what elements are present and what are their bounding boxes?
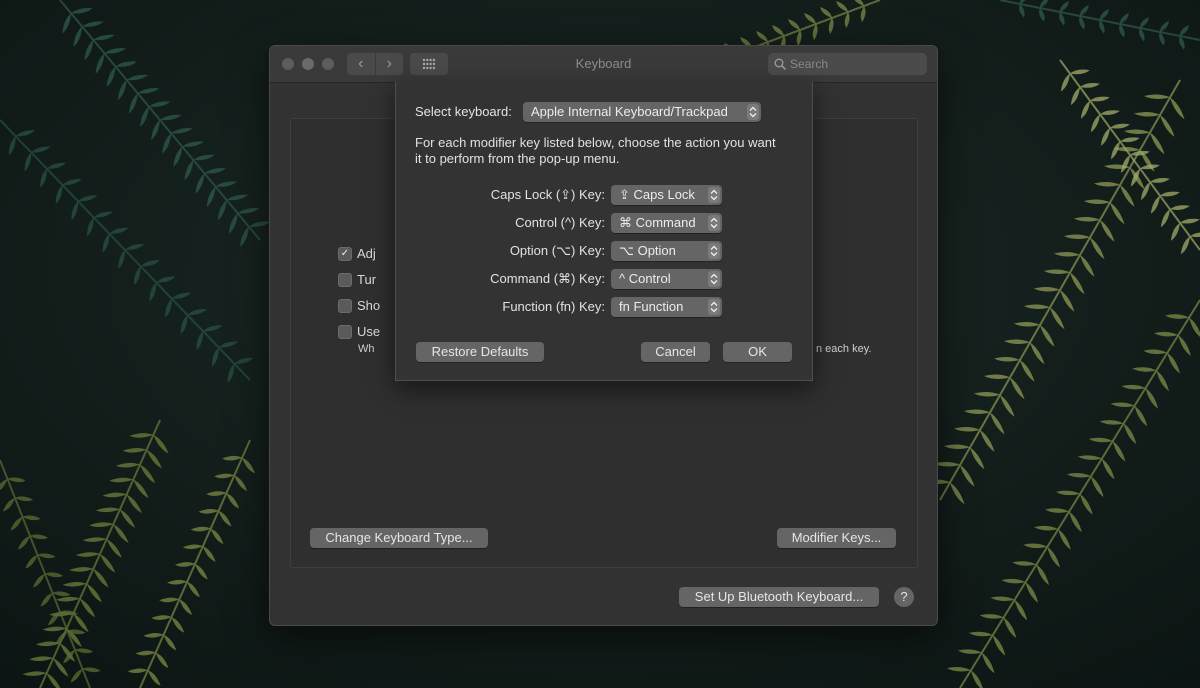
option-action-value: ⌥ Option (619, 241, 676, 261)
caps-lock-action-value: ⇪ Caps Lock (619, 185, 695, 205)
popup-arrows-icon (708, 187, 720, 203)
popup-arrows-icon (747, 104, 759, 120)
set-up-bluetooth-keyboard-button[interactable]: Set Up Bluetooth Keyboard... (679, 587, 879, 607)
popup-arrows-icon (708, 243, 720, 259)
checkbox-row-4[interactable]: Use (338, 324, 380, 339)
change-keyboard-type-button[interactable]: Change Keyboard Type... (310, 528, 488, 548)
checkbox-row-3[interactable]: Sho (338, 298, 380, 313)
checkbox-label-show: Sho (357, 298, 380, 313)
search-field[interactable] (768, 53, 927, 75)
popup-arrows-icon (708, 271, 720, 287)
popup-arrows-icon (708, 215, 720, 231)
function-key-label: Function (fn) Key: (415, 297, 605, 317)
caps-lock-key-label: Caps Lock (⇪) Key: (415, 185, 605, 205)
checkbox-label-turn: Tur (357, 272, 376, 287)
ok-button[interactable]: OK (723, 342, 792, 362)
search-icon (774, 58, 786, 70)
selected-keyboard-value: Apple Internal Keyboard/Trackpad (531, 102, 728, 122)
search-input[interactable] (790, 53, 920, 75)
checkbox-adjust[interactable]: ✓ (338, 247, 352, 261)
command-action-value: ^ Control (619, 269, 671, 289)
function-action-popup[interactable]: fn Function (611, 297, 722, 317)
checkbox-use[interactable] (338, 325, 352, 339)
checkbox-label-adjust: Adj (357, 246, 376, 261)
checkbox-note-left: Wh (358, 343, 375, 355)
title-bar: ‹ › Keyboard (270, 46, 937, 83)
command-key-label: Command (⌘) Key: (415, 269, 605, 289)
control-key-label: Control (^) Key: (415, 213, 605, 233)
checkbox-label-use: Use (357, 324, 380, 339)
option-key-label: Option (⌥) Key: (415, 241, 605, 261)
popup-arrows-icon (708, 299, 720, 315)
checkbox-note-right: n each key. (816, 343, 871, 355)
command-action-popup[interactable]: ^ Control (611, 269, 722, 289)
cancel-button[interactable]: Cancel (641, 342, 710, 362)
option-action-popup[interactable]: ⌥ Option (611, 241, 722, 261)
checkbox-row-1[interactable]: ✓ Adj (338, 246, 376, 261)
checkbox-row-2[interactable]: Tur (338, 272, 376, 287)
function-action-value: fn Function (619, 297, 683, 317)
select-keyboard-popup[interactable]: Apple Internal Keyboard/Trackpad (523, 102, 761, 122)
control-action-value: ⌘ Command (619, 213, 696, 233)
select-keyboard-label: Select keyboard: (415, 104, 512, 119)
help-button[interactable]: ? (894, 587, 914, 607)
modifier-keys-button[interactable]: Modifier Keys... (777, 528, 896, 548)
restore-defaults-button[interactable]: Restore Defaults (416, 342, 544, 362)
checkbox-turn[interactable] (338, 273, 352, 287)
checkbox-show[interactable] (338, 299, 352, 313)
control-action-popup[interactable]: ⌘ Command (611, 213, 722, 233)
modifier-description: For each modifier key listed below, choo… (415, 135, 785, 167)
modifier-keys-sheet: Select keyboard: Apple Internal Keyboard… (395, 82, 813, 381)
caps-lock-action-popup[interactable]: ⇪ Caps Lock (611, 185, 722, 205)
